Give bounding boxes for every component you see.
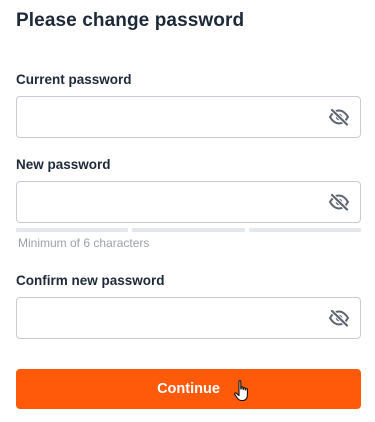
strength-segment <box>16 228 129 232</box>
eye-slash-icon[interactable] <box>327 106 351 128</box>
strength-segment <box>248 228 361 232</box>
confirm-password-label: Confirm new password <box>16 273 165 288</box>
strength-segment <box>132 228 245 232</box>
new-password-input[interactable] <box>17 182 317 222</box>
current-password-field <box>16 96 361 138</box>
eye-slash-icon[interactable] <box>327 191 351 213</box>
password-strength-meter <box>16 228 361 232</box>
page-title: Please change password <box>16 10 245 31</box>
new-password-field <box>16 181 361 223</box>
password-hint: Minimum of 6 characters <box>18 236 150 250</box>
current-password-input[interactable] <box>17 97 317 137</box>
current-password-label: Current password <box>16 72 132 87</box>
continue-button[interactable]: Continue <box>16 369 361 409</box>
confirm-password-input[interactable] <box>17 298 317 338</box>
new-password-label: New password <box>16 157 111 172</box>
eye-slash-icon[interactable] <box>327 307 351 329</box>
confirm-password-field <box>16 297 361 339</box>
